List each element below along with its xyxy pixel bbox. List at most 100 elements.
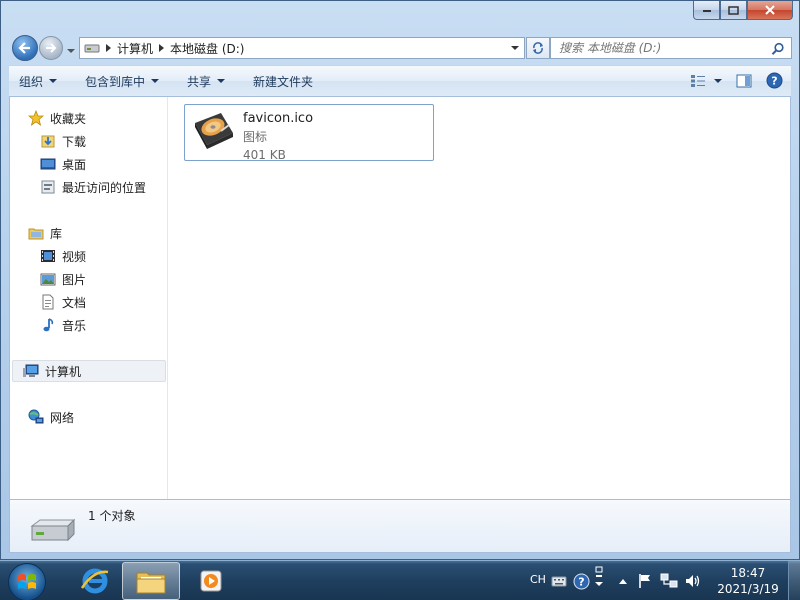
sidebar-item-documents[interactable]: 文档 (40, 291, 86, 313)
share-label: 共享 (187, 73, 211, 90)
help-icon: ? (573, 573, 590, 590)
close-button[interactable] (747, 1, 793, 20)
desktop-icon (40, 156, 56, 172)
svg-text:?: ? (771, 75, 777, 88)
address-dropdown-icon[interactable] (511, 46, 519, 50)
show-hidden-icons-button[interactable] (614, 572, 632, 590)
chevron-down-icon (714, 79, 722, 83)
drive-icon (84, 43, 100, 53)
search-icon[interactable] (771, 42, 785, 56)
recent-places-icon (40, 179, 56, 195)
item-count: 1 个对象 (88, 507, 135, 524)
breadcrumb-drive-d[interactable]: 本地磁盘 (D:) (170, 40, 244, 57)
network-tray-button[interactable] (660, 572, 678, 590)
sidebar-item-label: 库 (50, 225, 62, 242)
details-pane: 1 个对象 (9, 499, 791, 553)
search-input[interactable] (559, 41, 759, 55)
sidebar-item-desktop[interactable]: 桌面 (40, 153, 86, 175)
ime-options-button[interactable] (594, 568, 604, 586)
chevron-down-icon (217, 79, 225, 83)
volume-tray-button[interactable] (684, 572, 702, 590)
explorer-window: 计算机 本地磁盘 (D:) 组织 包含到库中 共享 (0, 0, 800, 560)
organize-menu[interactable]: 组织 (19, 73, 57, 90)
windows-logo-icon (16, 571, 38, 593)
file-info: favicon.ico 图标 401 KB (243, 109, 313, 164)
language-indicator[interactable]: CH (530, 573, 546, 586)
sidebar-item-label: 下载 (62, 133, 86, 150)
change-view-button[interactable] (690, 74, 722, 88)
window-caption-buttons (693, 1, 793, 21)
taskbar-internet-explorer[interactable] (66, 562, 124, 600)
minimize-button[interactable] (693, 1, 720, 20)
svg-text:?: ? (578, 575, 584, 588)
clock[interactable]: 18:47 2021/3/19 (716, 565, 780, 597)
computer-icon (23, 363, 39, 379)
help-tray-button[interactable]: ? (572, 572, 590, 590)
chevron-down-icon (67, 48, 75, 54)
sidebar-item-label: 音乐 (62, 317, 86, 334)
include-in-library-menu[interactable]: 包含到库中 (85, 73, 159, 90)
library-icon (28, 225, 44, 241)
sidebar-item-label: 文档 (62, 294, 86, 311)
chevron-down-icon (151, 79, 159, 83)
back-button[interactable] (12, 35, 38, 61)
sidebar-item-label: 收藏夹 (50, 110, 86, 127)
star-icon (28, 110, 44, 126)
maximize-button[interactable] (720, 1, 747, 20)
breadcrumb-separator-icon (106, 44, 111, 52)
chevron-down-icon (49, 79, 57, 83)
maximize-icon (728, 6, 739, 15)
documents-icon (40, 294, 56, 310)
refresh-button[interactable] (526, 37, 550, 59)
address-bar[interactable]: 计算机 本地磁盘 (D:) (79, 37, 525, 59)
flag-icon (638, 573, 652, 589)
sidebar-item-libraries[interactable]: 库 (28, 222, 62, 244)
sidebar-item-videos[interactable]: 视频 (40, 245, 86, 267)
sidebar-item-label: 视频 (62, 248, 86, 265)
recent-pages-button[interactable] (67, 43, 75, 51)
sidebar-item-network[interactable]: 网络 (28, 406, 74, 428)
sidebar-item-recent[interactable]: 最近访问的位置 (40, 176, 146, 198)
action-center-button[interactable] (636, 572, 654, 590)
navigation-pane: 收藏夹 下载 桌面 最近访问的位置 库 视频 (10, 97, 168, 499)
organize-label: 组织 (19, 73, 43, 90)
new-folder-button[interactable]: 新建文件夹 (253, 73, 313, 90)
media-player-icon (199, 569, 223, 593)
search-box[interactable] (550, 37, 792, 59)
forward-button[interactable] (39, 36, 63, 60)
show-desktop-button[interactable] (788, 561, 800, 600)
internet-explorer-icon (80, 566, 110, 596)
hard-disk-file-icon (191, 109, 235, 155)
sidebar-item-label: 计算机 (45, 363, 81, 380)
breadcrumb-computer[interactable]: 计算机 (117, 40, 153, 57)
navigation-bar: 计算机 本地磁盘 (D:) (9, 33, 791, 61)
breadcrumb-separator-icon (159, 44, 164, 52)
help-icon[interactable]: ? (766, 72, 783, 89)
drive-icon (28, 518, 76, 544)
pictures-icon (40, 271, 56, 287)
close-icon (764, 5, 776, 15)
new-folder-label: 新建文件夹 (253, 73, 313, 90)
network-icon (28, 409, 44, 425)
sidebar-item-music[interactable]: 音乐 (40, 314, 86, 336)
minimize-icon (702, 7, 712, 13)
sidebar-item-downloads[interactable]: 下载 (40, 130, 86, 152)
taskbar-media-player[interactable] (182, 562, 240, 600)
share-menu[interactable]: 共享 (187, 73, 225, 90)
file-list-pane: favicon.ico 图标 401 KB (169, 97, 790, 499)
sidebar-item-label: 网络 (50, 409, 74, 426)
preview-pane-icon[interactable] (736, 74, 752, 88)
start-button[interactable] (8, 563, 46, 600)
sidebar-item-pictures[interactable]: 图片 (40, 268, 86, 290)
sidebar-item-favorites[interactable]: 收藏夹 (28, 107, 86, 129)
file-type: 图标 (243, 128, 313, 146)
file-size: 401 KB (243, 146, 313, 164)
sidebar-item-label: 桌面 (62, 156, 86, 173)
view-options-icon (690, 74, 706, 88)
keyboard-tray-button[interactable] (550, 572, 568, 590)
file-item[interactable]: favicon.ico 图标 401 KB (184, 104, 434, 161)
keyboard-icon (551, 575, 567, 587)
taskbar-windows-explorer[interactable] (122, 562, 180, 600)
clock-time: 18:47 (716, 565, 780, 581)
sidebar-item-computer[interactable]: 计算机 (12, 360, 166, 382)
